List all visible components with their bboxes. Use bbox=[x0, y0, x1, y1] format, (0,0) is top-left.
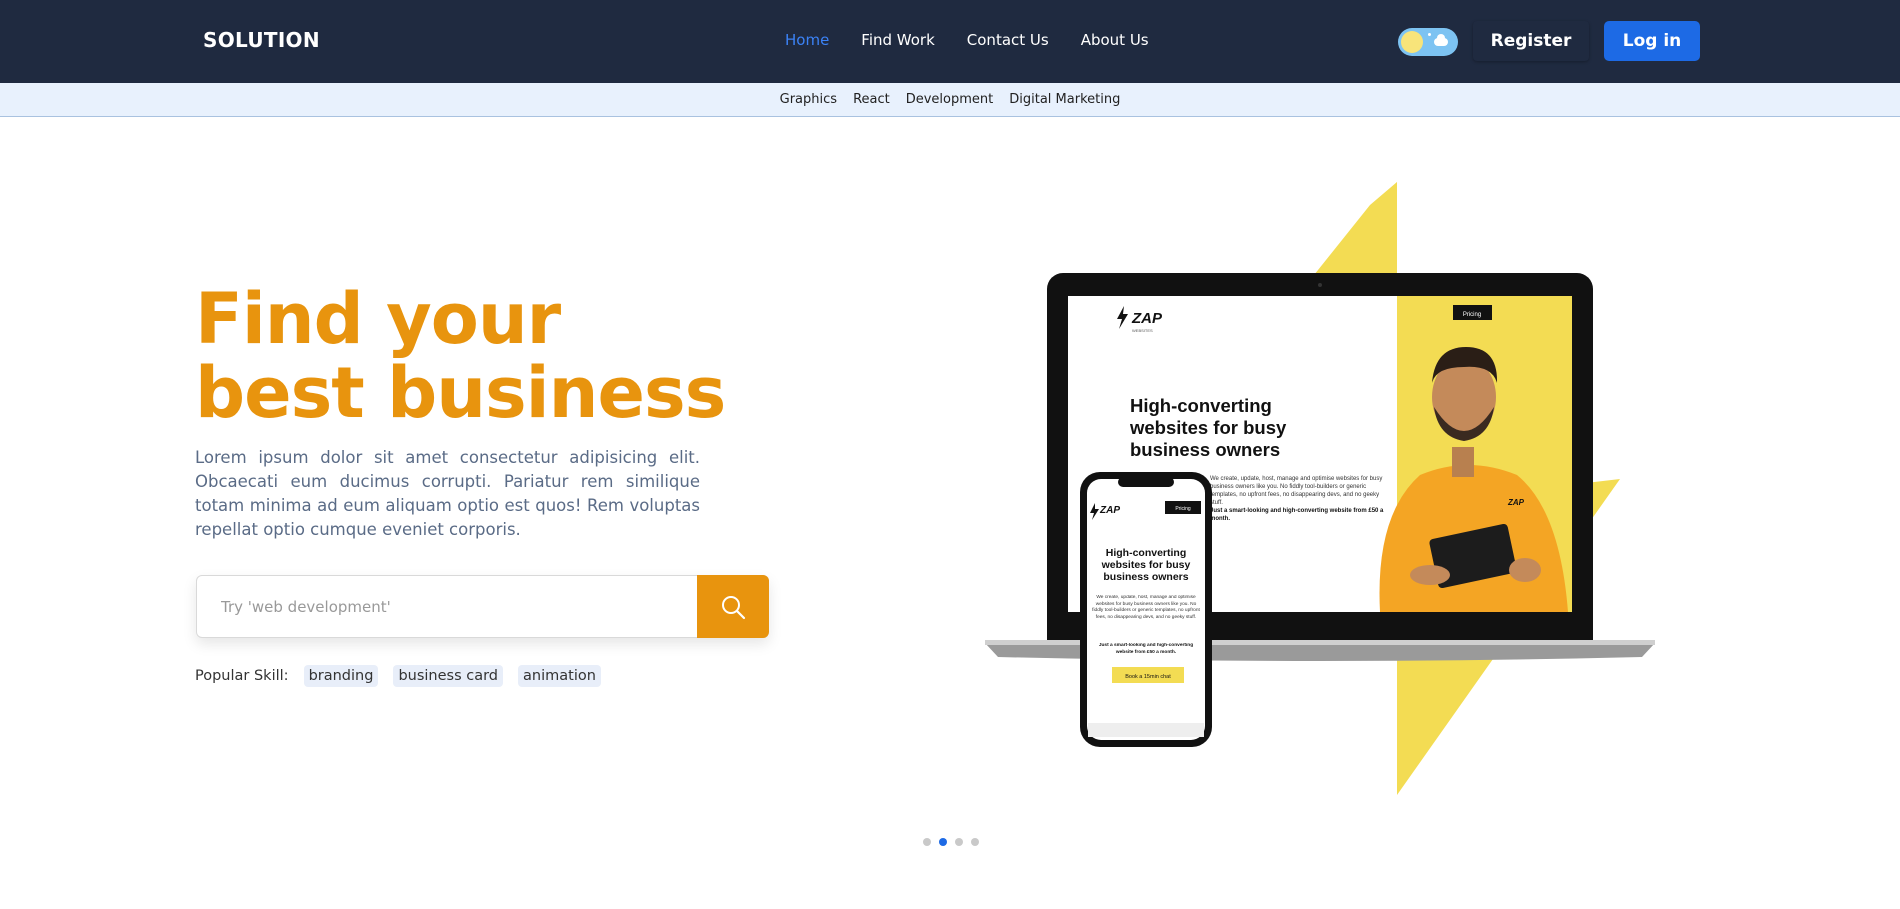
theme-toggle[interactable] bbox=[1398, 28, 1458, 56]
carousel-dot-2[interactable] bbox=[939, 838, 947, 846]
skill-tag-branding[interactable]: branding bbox=[303, 665, 379, 687]
hero-description: Lorem ipsum dolor sit amet consectetur a… bbox=[195, 448, 700, 539]
category-subnav: Graphics React Development Digital Marke… bbox=[0, 83, 1900, 117]
carousel-dot-4[interactable] bbox=[971, 838, 979, 846]
sun-icon bbox=[1401, 31, 1423, 53]
phone-mockup: ZAP Pricing High-converting websites for… bbox=[1080, 472, 1212, 747]
nav-link-find-work[interactable]: Find Work bbox=[861, 31, 934, 49]
nav-link-about-us[interactable]: About Us bbox=[1081, 31, 1149, 49]
mockup-logo-subtitle: WEBSITES bbox=[1132, 328, 1153, 333]
hero-illustration: ZAP WEBSITES Pricing High-converting web… bbox=[985, 182, 1655, 795]
mockup-logo: ZAP bbox=[1131, 310, 1163, 327]
mockup-pricing-label: Pricing bbox=[1463, 312, 1481, 318]
search-input[interactable] bbox=[197, 576, 697, 637]
brand-logo[interactable]: SOLUTION bbox=[203, 28, 320, 52]
phone-pricing-label: Pricing bbox=[1175, 506, 1191, 512]
phone-logo: ZAP bbox=[1099, 505, 1120, 516]
login-button[interactable]: Log in bbox=[1604, 21, 1700, 61]
carousel-indicators bbox=[923, 838, 979, 846]
category-link-development[interactable]: Development bbox=[906, 92, 994, 107]
mockup-heading: High-converting websites for busy busine… bbox=[1130, 395, 1287, 460]
category-link-digital-marketing[interactable]: Digital Marketing bbox=[1009, 92, 1120, 107]
skill-tag-animation[interactable]: animation bbox=[518, 665, 601, 687]
cloud-icon bbox=[1434, 34, 1448, 46]
carousel-dot-3[interactable] bbox=[955, 838, 963, 846]
phone-cta-button: Book a 15min chat bbox=[1125, 674, 1171, 680]
mockup-offer: Just a smart-looking and high-converting… bbox=[1210, 508, 1384, 521]
nav-link-home[interactable]: Home bbox=[785, 31, 829, 49]
search-button[interactable] bbox=[697, 575, 769, 638]
carousel-dot-1[interactable] bbox=[923, 838, 931, 846]
top-navbar: SOLUTION Home Find Work Contact Us About… bbox=[0, 0, 1900, 83]
phone-heading: High-converting websites for busy busine… bbox=[1101, 547, 1191, 583]
search-icon bbox=[722, 595, 746, 619]
register-button[interactable]: Register bbox=[1473, 21, 1589, 61]
phone-body: We create, update, host, manage and opti… bbox=[1092, 595, 1200, 620]
hero-headline: Find your best business bbox=[195, 278, 726, 434]
search-bar bbox=[196, 575, 769, 638]
skill-tag-business-card[interactable]: business card bbox=[393, 665, 504, 687]
popular-skills: Popular Skill: branding business card an… bbox=[195, 665, 601, 687]
nav-links: Home Find Work Contact Us About Us bbox=[785, 31, 1149, 49]
shirt-logo: ZAP bbox=[1507, 498, 1525, 507]
phone-offer: Just a smart-looking and high-converting… bbox=[1098, 643, 1194, 655]
nav-link-contact-us[interactable]: Contact Us bbox=[967, 31, 1049, 49]
star-icon bbox=[1428, 33, 1431, 36]
popular-skills-label: Popular Skill: bbox=[195, 668, 289, 684]
mockup-body: We create, update, host, manage and opti… bbox=[1210, 476, 1383, 506]
category-link-react[interactable]: React bbox=[853, 92, 890, 107]
category-link-graphics[interactable]: Graphics bbox=[780, 92, 837, 107]
